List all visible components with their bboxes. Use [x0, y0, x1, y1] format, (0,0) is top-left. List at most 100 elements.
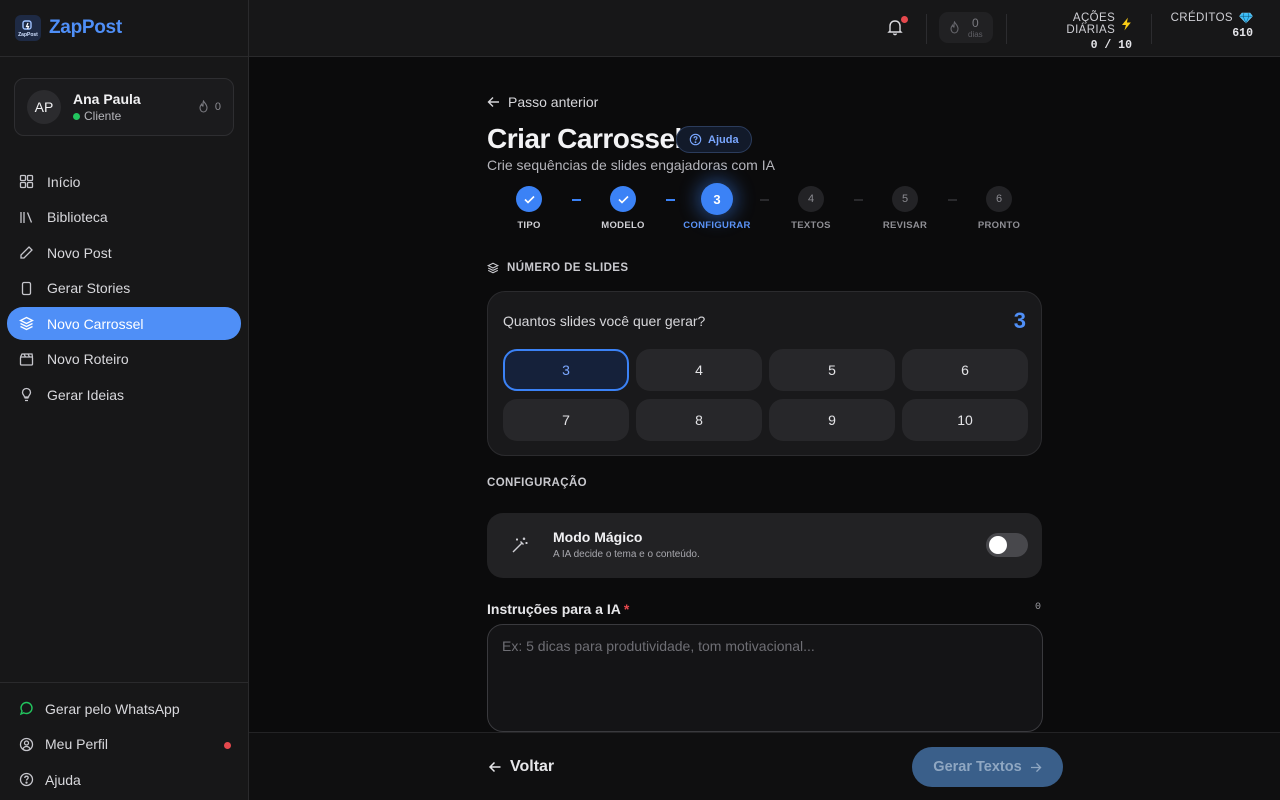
- layers-icon: [18, 316, 34, 332]
- step-label: REVISAR: [882, 220, 928, 231]
- sidebar-item-ajuda[interactable]: Ajuda: [0, 762, 249, 798]
- brand[interactable]: ZapPost ZapPost: [0, 0, 248, 57]
- arrow-right-icon: [1030, 762, 1042, 772]
- streak-value: 0: [972, 15, 979, 30]
- magic-mode-card[interactable]: Modo Mágico A IA decide o tema e o conte…: [487, 513, 1042, 578]
- previous-step-label: Passo anterior: [508, 94, 599, 110]
- arrow-left-icon: [487, 97, 499, 107]
- slide-count-option[interactable]: 9: [769, 399, 895, 441]
- sidebar-item-meu-perfil[interactable]: Meu Perfil: [0, 727, 249, 763]
- notifications-button[interactable]: [887, 16, 908, 36]
- credits-value: 610: [1232, 27, 1253, 40]
- credits-label: CRÉDITOS: [1170, 12, 1233, 24]
- step-circle: 3: [701, 183, 733, 215]
- previous-step-link[interactable]: Passo anterior: [487, 94, 598, 110]
- step-circle: 5: [892, 186, 918, 212]
- nav-item-inicio[interactable]: Início: [7, 165, 241, 198]
- generate-texts-button[interactable]: Gerar Textos: [912, 747, 1063, 787]
- slides-question: Quantos slides você quer gerar?: [503, 313, 706, 329]
- lightbulb-icon: [18, 387, 34, 403]
- divider: [1006, 14, 1007, 44]
- daily-actions-value: 0 / 10: [1090, 39, 1132, 52]
- layers-icon: [487, 262, 499, 274]
- step-modelo[interactable]: MODELO: [583, 186, 663, 231]
- config-section-label: CONFIGURAÇÃO: [487, 477, 587, 489]
- magic-mode-title: Modo Mágico: [553, 529, 643, 545]
- slide-count-option[interactable]: 8: [636, 399, 762, 441]
- brand-name: ZapPost: [49, 17, 122, 38]
- magic-mode-toggle[interactable]: [986, 533, 1028, 557]
- step-circle: 6: [986, 186, 1012, 212]
- step-circle: [610, 186, 636, 212]
- step-label: TIPO: [517, 220, 541, 231]
- toggle-knob: [989, 536, 1007, 554]
- slides-section-label: NÚMERO DE SLIDES: [507, 262, 629, 274]
- instructions-label: Instruções para a IA *: [487, 601, 629, 617]
- user-card[interactable]: AP Ana Paula Cliente 0: [14, 78, 234, 136]
- slide-count-option[interactable]: 3: [503, 349, 629, 391]
- slide-count-option[interactable]: 6: [902, 349, 1028, 391]
- daily-actions: AÇÕES DIÁRIAS 0 / 10: [1022, 12, 1132, 52]
- nav-label: Início: [47, 173, 81, 190]
- magic-mode-description: A IA decide o tema e o conteúdo.: [553, 549, 700, 560]
- sidebar: ZapPost ZapPost AP Ana Paula Cliente 0 I…: [0, 0, 249, 800]
- generate-texts-label: Gerar Textos: [933, 759, 1022, 775]
- whatsapp-label: Gerar pelo WhatsApp: [45, 700, 180, 717]
- back-button[interactable]: Voltar: [488, 758, 554, 776]
- clapper-icon: [18, 351, 34, 367]
- help-button-label: Ajuda: [708, 133, 739, 146]
- step-label: CONFIGURAR: [683, 220, 751, 231]
- nav-item-gerar-stories[interactable]: Gerar Stories: [7, 272, 241, 305]
- streak-unit: dias: [968, 29, 983, 39]
- footer-bar: Voltar Gerar Textos: [249, 732, 1280, 800]
- user-streak: 0: [198, 100, 221, 113]
- nav-item-novo-roteiro[interactable]: Novo Roteiro: [7, 343, 241, 376]
- main-content: Passo anterior Criar Carrossel Ajuda Cri…: [249, 57, 1280, 732]
- step-connector: [760, 199, 769, 201]
- main-nav: Início Biblioteca Novo Post Gerar Storie…: [7, 165, 241, 414]
- step-connector: [854, 199, 863, 201]
- pencil-icon: [18, 245, 34, 261]
- user-role-label: Cliente: [84, 109, 122, 123]
- divider: [926, 14, 927, 44]
- credits: CRÉDITOS 610: [1165, 12, 1253, 40]
- nav-item-biblioteca[interactable]: Biblioteca: [7, 201, 241, 234]
- diamond-icon: [1239, 12, 1253, 24]
- online-status-dot: [73, 112, 80, 120]
- slide-count-option[interactable]: 4: [636, 349, 762, 391]
- slides-selected-value: 3: [1013, 308, 1026, 333]
- help-button[interactable]: Ajuda: [676, 126, 752, 153]
- topbar: 0 dias AÇÕES DIÁRIAS 0 / 10 CRÉDITOS 610: [249, 0, 1280, 57]
- grid-icon: [18, 174, 34, 190]
- slide-count-option[interactable]: 5: [769, 349, 895, 391]
- slide-count-option[interactable]: 7: [503, 399, 629, 441]
- user-role: Cliente: [73, 109, 141, 123]
- help-label: Ajuda: [45, 771, 81, 788]
- instructions-textarea[interactable]: Ex: 5 dicas para produtividade, tom moti…: [487, 624, 1043, 732]
- help-circle-icon: [18, 772, 34, 788]
- step-circle: [516, 186, 542, 212]
- flame-icon: [950, 21, 959, 34]
- daily-actions-label: AÇÕES DIÁRIAS: [1066, 12, 1116, 36]
- notification-dot: [224, 741, 231, 749]
- nav-label: Novo Post: [47, 244, 112, 261]
- step-connector: [666, 199, 675, 201]
- page-subtitle: Crie sequências de slides engajadoras co…: [487, 157, 775, 173]
- nav-item-gerar-ideias[interactable]: Gerar Ideias: [7, 378, 241, 411]
- nav-item-novo-post[interactable]: Novo Post: [7, 236, 241, 269]
- page-title: Criar Carrossel: [487, 123, 682, 154]
- nav-label: Novo Roteiro: [47, 351, 129, 367]
- step-tipo[interactable]: TIPO: [489, 186, 569, 231]
- sidebar-item-whatsapp[interactable]: Gerar pelo WhatsApp: [0, 691, 249, 727]
- instructions-char-count: 0: [1035, 602, 1042, 613]
- nav-item-novo-carrossel[interactable]: Novo Carrossel: [7, 307, 241, 340]
- step-revisar: 5 REVISAR: [865, 186, 945, 231]
- step-pronto: 6 PRONTO: [959, 186, 1039, 231]
- flame-icon: [199, 100, 208, 113]
- sidebar-bottom: Gerar pelo WhatsApp Meu Perfil Ajuda: [0, 682, 249, 798]
- step-textos: 4 TEXTOS: [771, 186, 851, 231]
- streak-pill[interactable]: 0 dias: [939, 12, 993, 43]
- slide-count-option[interactable]: 10: [902, 399, 1028, 441]
- step-configurar[interactable]: 3 CONFIGURAR: [677, 183, 757, 231]
- help-circle-icon: [689, 133, 702, 146]
